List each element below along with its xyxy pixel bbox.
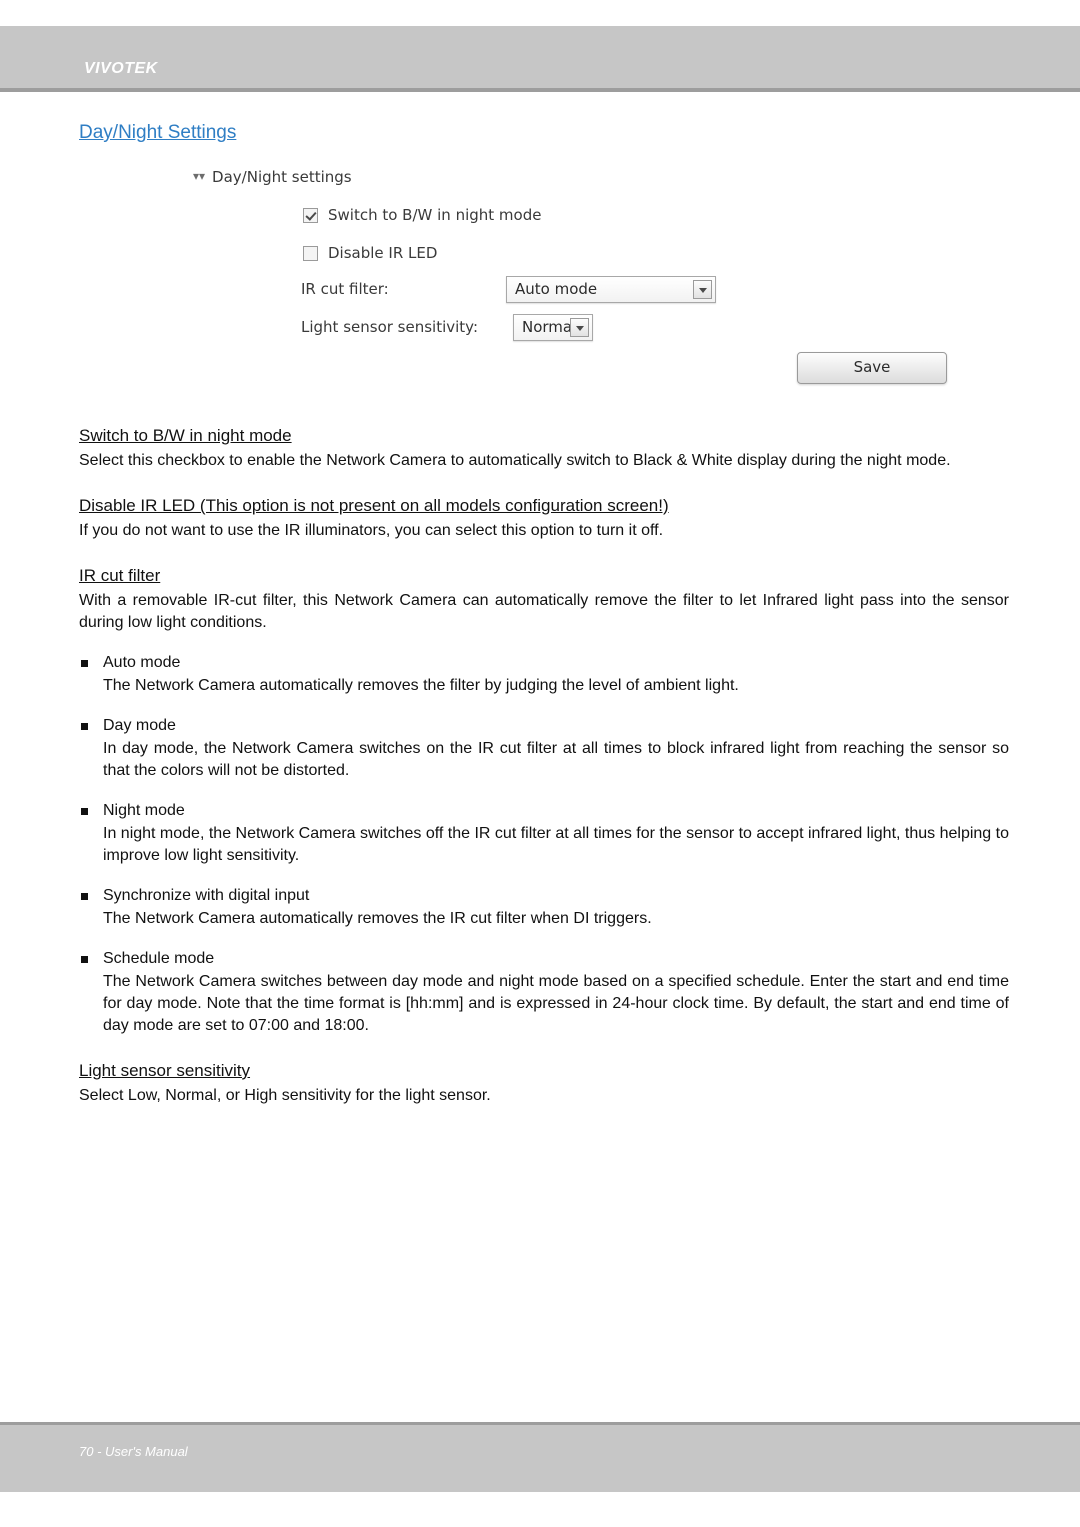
bullet-auto-mode-label: Auto mode [103, 654, 181, 671]
footer-page-number: 70 - User's Manual [79, 1444, 188, 1459]
ir-cut-filter-select[interactable]: Auto mode [506, 276, 716, 303]
bullet-schedule-mode-label: Schedule mode [103, 950, 215, 967]
bullet-square-icon [81, 660, 88, 667]
checkbox-switch-bw-row[interactable]: Switch to B/W in night mode [303, 206, 541, 224]
panel-title-label: Day/Night settings [212, 168, 352, 186]
bullet-night-mode-label: Night mode [103, 802, 185, 819]
checkbox-disable-ir-box[interactable] [303, 246, 318, 261]
section-switch-bw: Switch to B/W in night mode Select this … [79, 424, 1009, 472]
chevron-down-icon[interactable] [693, 280, 712, 299]
bullet-square-icon-3 [81, 808, 88, 815]
checkbox-disable-ir-row[interactable]: Disable IR LED [303, 244, 437, 262]
section-light-sensor: Light sensor sensitivity Select Low, Nor… [79, 1059, 1009, 1107]
section-disable-ir-heading: Disable IR LED (This option is not prese… [79, 496, 669, 515]
bullet-night-mode-body: In night mode, the Network Camera switch… [103, 825, 1009, 864]
section-switch-bw-body: Select this checkbox to enable the Netwo… [79, 452, 951, 469]
bullet-day-mode-title: Day mode [79, 715, 1009, 737]
section-ir-cut-filter-heading: IR cut filter [79, 566, 161, 585]
section-switch-bw-heading: Switch to B/W in night mode [79, 426, 292, 445]
daynight-settings-screenshot: ▾▾ Day/Night settings Switch to B/W in ni… [193, 166, 1033, 394]
bullet-square-icon-5 [81, 956, 88, 963]
bullet-sync-di-title: Synchronize with digital input [79, 885, 1009, 907]
brand-logo-text: VIVOTEK [84, 60, 158, 77]
save-button[interactable]: Save [797, 352, 947, 384]
bullet-auto-mode-body: The Network Camera automatically removes… [103, 677, 739, 694]
bullet-square-icon-2 [81, 723, 88, 730]
footer-divider [0, 1422, 1080, 1425]
ir-cut-filter-label: IR cut filter: [301, 280, 389, 298]
bullet-sync-di: Synchronize with digital input The Netwo… [79, 885, 1009, 930]
section-light-sensor-body: Select Low, Normal, or High sensitivity … [79, 1087, 491, 1104]
bullet-auto-mode: Auto mode The Network Camera automatical… [79, 652, 1009, 697]
bullet-sync-di-label: Synchronize with digital input [103, 887, 310, 904]
panel-title: ▾▾ Day/Night settings [193, 168, 352, 186]
checkbox-disable-ir-label: Disable IR LED [328, 244, 438, 262]
ir-cut-filter-value: Auto mode [515, 280, 598, 298]
light-sensor-label: Light sensor sensitivity: [301, 318, 479, 336]
checkbox-switch-bw-label: Switch to B/W in night mode [328, 206, 542, 224]
expand-arrow-icon: ▾▾ [193, 169, 206, 183]
page-header-bar [0, 26, 1080, 88]
bullet-schedule-mode: Schedule mode The Network Camera switche… [79, 948, 1009, 1037]
header-divider [0, 88, 1080, 92]
bullet-night-mode-title: Night mode [79, 800, 1009, 822]
bullet-schedule-mode-title: Schedule mode [79, 948, 1009, 970]
bullet-day-mode: Day mode In day mode, the Network Camera… [79, 715, 1009, 782]
light-sensor-value: Normal [522, 318, 577, 336]
bullet-auto-mode-title: Auto mode [79, 652, 1009, 674]
page-content: Day/Night Settings ▾▾ Day/Night settings … [79, 120, 1009, 1107]
section-ir-cut-filter: IR cut filter With a removable IR-cut fi… [79, 564, 1009, 634]
page-title: Day/Night Settings [79, 122, 237, 143]
section-disable-ir: Disable IR LED (This option is not prese… [79, 494, 1009, 542]
chevron-down-icon-2[interactable] [570, 318, 589, 337]
section-ir-cut-filter-body: With a removable IR-cut filter, this Net… [79, 592, 1009, 631]
bullet-day-mode-body: In day mode, the Network Camera switches… [103, 740, 1009, 779]
bullet-square-icon-4 [81, 893, 88, 900]
bullet-night-mode: Night mode In night mode, the Network Ca… [79, 800, 1009, 867]
document-page: VIVOTEK Day/Night Settings ▾▾ Day/Night s… [0, 0, 1080, 1527]
bullet-schedule-mode-body: The Network Camera switches between day … [103, 973, 1009, 1034]
bullet-day-mode-label: Day mode [103, 717, 176, 734]
checkbox-switch-bw-box[interactable] [303, 208, 318, 223]
section-light-sensor-heading: Light sensor sensitivity [79, 1061, 251, 1080]
light-sensor-select[interactable]: Normal [513, 314, 593, 341]
bullet-sync-di-body: The Network Camera automatically removes… [103, 910, 652, 927]
section-disable-ir-body: If you do not want to use the IR illumin… [79, 522, 664, 539]
